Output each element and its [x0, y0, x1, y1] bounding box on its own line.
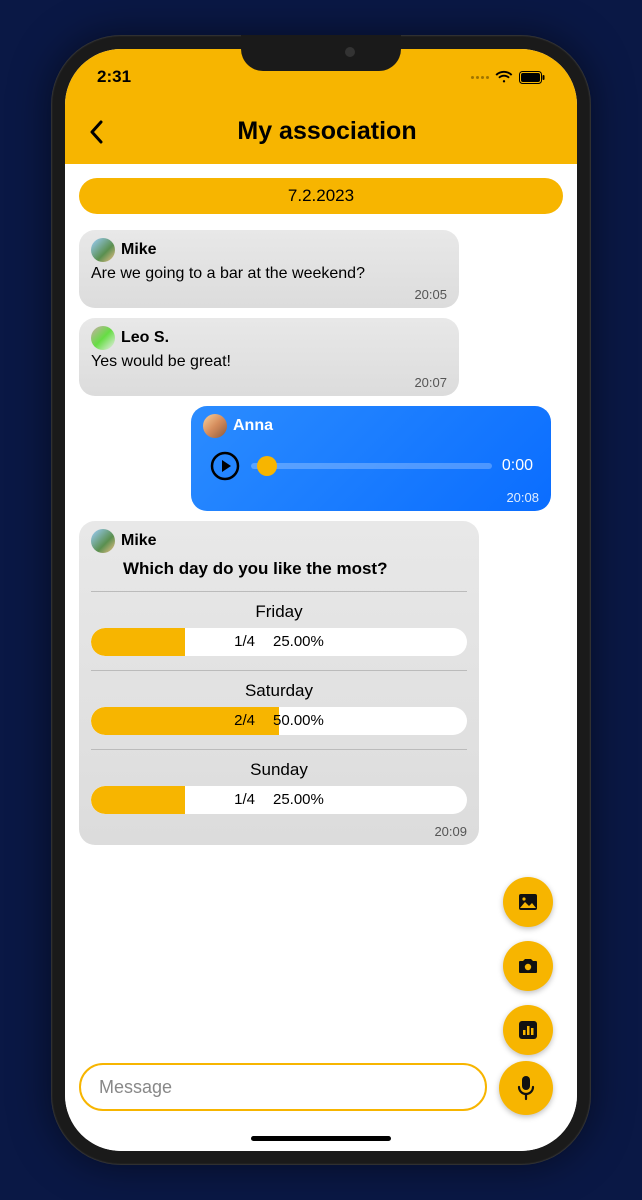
play-button[interactable]	[209, 450, 241, 482]
camera-button[interactable]	[503, 941, 553, 991]
home-indicator[interactable]	[251, 1136, 391, 1141]
poll-percent: 25.00%	[273, 633, 324, 650]
avatar	[91, 529, 115, 553]
cellular-dots-icon	[471, 76, 489, 79]
poll-option-label: Sunday	[91, 760, 467, 780]
poll-percent: 50.00%	[273, 712, 324, 729]
message-time: 20:07	[91, 375, 447, 390]
poll-option[interactable]: Sunday 1/4 25.00%	[91, 756, 467, 822]
audio-message-bubble[interactable]: Anna 0:00 20:08	[191, 406, 551, 511]
battery-icon	[519, 71, 545, 84]
audio-duration: 0:00	[502, 457, 533, 475]
poll-count: 1/4	[234, 633, 255, 650]
poll-message-bubble[interactable]: Mike Which day do you like the most? Fri…	[79, 521, 479, 845]
sender-name: Anna	[233, 417, 273, 435]
header: My association	[65, 105, 577, 164]
sender-name: Mike	[121, 241, 157, 259]
sender-name: Mike	[121, 532, 157, 550]
mic-button[interactable]	[499, 1061, 553, 1115]
poll-option[interactable]: Saturday 2/4 50.00%	[91, 677, 467, 743]
message-time: 20:08	[203, 490, 539, 505]
poll-count: 2/4	[234, 712, 255, 729]
sender-name: Leo S.	[121, 329, 169, 347]
avatar	[203, 414, 227, 438]
date-chip: 7.2.2023	[79, 178, 563, 214]
audio-knob[interactable]	[257, 456, 277, 476]
poll-option[interactable]: Friday 1/4 25.00%	[91, 598, 467, 664]
audio-track[interactable]	[251, 463, 492, 469]
chat-body[interactable]: 7.2.2023 Mike Are we going to a bar at t…	[65, 164, 577, 1151]
notch	[241, 35, 401, 71]
poll-question: Which day do you like the most?	[91, 555, 467, 585]
message-placeholder: Message	[99, 1077, 172, 1098]
message-input[interactable]: Message	[79, 1063, 487, 1111]
image-button[interactable]	[503, 877, 553, 927]
poll-option-label: Friday	[91, 602, 467, 622]
avatar	[91, 238, 115, 262]
poll-button[interactable]	[503, 1005, 553, 1055]
message-text: Yes would be great!	[91, 352, 447, 373]
poll-count: 1/4	[234, 791, 255, 808]
message-bubble[interactable]: Leo S. Yes would be great! 20:07	[79, 318, 459, 396]
wifi-icon	[495, 70, 513, 84]
status-time: 2:31	[97, 67, 131, 87]
status-right	[471, 70, 545, 84]
message-time: 20:09	[91, 824, 467, 839]
poll-option-label: Saturday	[91, 681, 467, 701]
page-title: My association	[95, 117, 559, 146]
phone-frame: 2:31 My association 7.2.2023	[51, 35, 591, 1165]
avatar	[91, 326, 115, 350]
poll-percent: 25.00%	[273, 791, 324, 808]
phone-screen: 2:31 My association 7.2.2023	[65, 49, 577, 1151]
message-text: Are we going to a bar at the weekend?	[91, 264, 447, 285]
message-bubble[interactable]: Mike Are we going to a bar at the weeken…	[79, 230, 459, 308]
message-time: 20:05	[91, 287, 447, 302]
